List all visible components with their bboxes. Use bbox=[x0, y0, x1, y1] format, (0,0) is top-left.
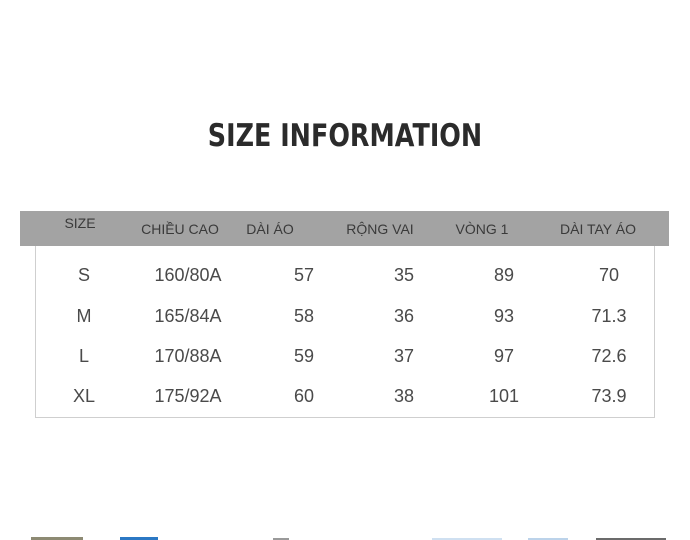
cell-sleeve: 71.3 bbox=[591, 306, 627, 326]
table-row: XL 175/92A 60 38 101 73.9 bbox=[20, 376, 669, 416]
table-row: L 170/88A 59 37 97 72.6 bbox=[20, 336, 669, 376]
table-row: S 160/80A 57 35 89 70 bbox=[20, 255, 669, 295]
cell-length: 60 bbox=[293, 386, 315, 406]
table-row: M 165/84A 58 36 93 71.3 bbox=[20, 296, 669, 336]
cell-length: 59 bbox=[293, 346, 315, 366]
cell-sleeve: 73.9 bbox=[591, 386, 627, 406]
cell-shoulder: 36 bbox=[393, 306, 415, 326]
cell-size: S bbox=[77, 265, 90, 285]
page-title: SIZE INFORMATION bbox=[207, 118, 483, 154]
cell-chest: 93 bbox=[493, 306, 515, 326]
table-header-row: SIZE CHIỀU CAO DÀI ÁO RỘNG VAI VÒNG 1 DÀ… bbox=[20, 211, 669, 246]
cell-height: 165/84A bbox=[154, 306, 222, 326]
header-chest: VÒNG 1 bbox=[455, 221, 509, 237]
cell-sleeve: 72.6 bbox=[591, 346, 627, 366]
cell-size: M bbox=[76, 306, 92, 326]
header-sleeve: DÀI TAY ÁO bbox=[560, 221, 636, 237]
cell-length: 57 bbox=[293, 265, 315, 285]
cell-height: 160/80A bbox=[154, 265, 222, 285]
header-shoulder: RỘNG VAI bbox=[346, 221, 414, 237]
cell-size: XL bbox=[72, 386, 96, 406]
cell-shoulder: 38 bbox=[393, 386, 415, 406]
cell-size: L bbox=[78, 346, 89, 366]
cell-sleeve: 70 bbox=[598, 265, 620, 285]
cell-height: 170/88A bbox=[154, 346, 222, 366]
cell-length: 58 bbox=[293, 306, 315, 326]
header-length: DÀI ÁO bbox=[246, 221, 294, 237]
size-table: SIZE CHIỀU CAO DÀI ÁO RỘNG VAI VÒNG 1 DÀ… bbox=[20, 211, 669, 418]
header-height: CHIỀU CAO bbox=[141, 221, 219, 237]
cell-height: 175/92A bbox=[154, 386, 222, 406]
header-size: SIZE bbox=[64, 215, 96, 231]
cell-shoulder: 37 bbox=[393, 346, 415, 366]
cell-chest: 89 bbox=[493, 265, 515, 285]
cell-chest: 101 bbox=[488, 386, 520, 406]
cell-shoulder: 35 bbox=[393, 265, 415, 285]
cell-chest: 97 bbox=[493, 346, 515, 366]
